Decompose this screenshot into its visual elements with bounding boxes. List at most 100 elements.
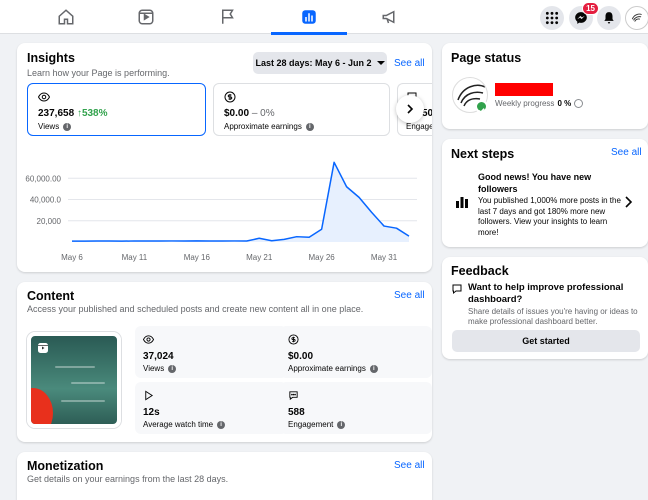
- views-area: [72, 162, 409, 242]
- y-tick-label: 40,000.0: [30, 196, 62, 205]
- content-watch-time-value: 12s: [143, 407, 160, 418]
- info-icon[interactable]: i: [217, 420, 226, 429]
- avatar-logo-icon: [631, 13, 642, 22]
- reels-tab[interactable]: [108, 0, 184, 34]
- ads-tab[interactable]: [352, 0, 428, 34]
- weekly-progress: Weekly progress 0 %: [495, 99, 584, 108]
- x-tick-label: May 11: [122, 253, 148, 262]
- insights-subtitle: Learn how your Page is performing.: [27, 68, 170, 78]
- x-tick-label: May 21: [246, 253, 273, 262]
- views-metric-tile[interactable]: 237,658 ↑538% Views i: [27, 83, 206, 136]
- caret-down-icon: [376, 61, 385, 65]
- content-card: Content Access your published and schedu…: [17, 282, 432, 442]
- home-icon: [58, 9, 74, 25]
- content-engagement-label: Engagement: [288, 420, 334, 429]
- next-steps-title: Next steps: [451, 147, 515, 161]
- content-views-value: 37,024: [143, 351, 174, 362]
- kayak-shape: [31, 388, 53, 424]
- reel-icon: [38, 343, 48, 353]
- next-steps-body: You published 1,000% more posts in the l…: [478, 196, 621, 237]
- content-engagement-stat: 588 Engagement i: [280, 382, 432, 434]
- info-icon[interactable]: i: [337, 420, 346, 429]
- date-range-dropdown[interactable]: Last 28 days: May 6 - Jun 2: [253, 52, 387, 74]
- feedback-body: Share details of issues you're having or…: [468, 307, 638, 326]
- dollar-icon: [224, 91, 236, 103]
- megaphone-icon: [382, 10, 395, 24]
- chevron-right-icon[interactable]: [624, 196, 633, 208]
- x-tick-label: May 6: [61, 253, 83, 262]
- content-earnings-stat: $0.00 Approximate earnings i: [280, 326, 432, 378]
- views-change: 538%: [81, 108, 108, 119]
- flag-icon: [222, 9, 234, 24]
- info-icon[interactable]: i: [305, 122, 314, 131]
- date-range-label: Last 28 days: May 6 - Jun 2: [255, 58, 372, 68]
- info-icon[interactable]: i: [369, 364, 378, 373]
- eye-icon: [143, 335, 154, 344]
- chevron-right-icon: [407, 104, 414, 114]
- content-views-stat: 37,024 Views i: [135, 326, 287, 378]
- chat-icon: [289, 391, 298, 401]
- feedback-chat-icon: [452, 284, 462, 295]
- verified-check-icon: [475, 100, 488, 114]
- page-status-card: Page status Weekly progress 0 %: [442, 43, 648, 129]
- notifications-button[interactable]: [597, 6, 621, 30]
- earnings-metric-tile[interactable]: $0.00 – 0% Approximate earnings i: [213, 83, 390, 136]
- content-subtitle: Access your published and scheduled post…: [27, 304, 364, 314]
- views-value: 237,658: [38, 108, 75, 119]
- content-see-all-link[interactable]: See all: [394, 290, 425, 301]
- content-watch-time-label: Average watch time: [143, 420, 214, 429]
- page-status-title: Page status: [451, 51, 522, 65]
- insights-see-all-link[interactable]: See all: [394, 58, 425, 69]
- x-tick-label: May 26: [309, 253, 336, 262]
- monetization-title: Monetization: [27, 459, 104, 473]
- x-tick-label: May 31: [371, 253, 398, 262]
- bar-chart-icon: [302, 10, 316, 24]
- monetization-see-all-link[interactable]: See all: [394, 460, 425, 471]
- next-steps-card: Next steps See all Good news! You have n…: [442, 139, 648, 247]
- monetization-card: Monetization Get details on your earning…: [17, 452, 432, 500]
- top-navigation-bar: 15: [0, 0, 648, 35]
- home-tab[interactable]: [28, 0, 104, 34]
- content-views-label: Views: [143, 364, 165, 373]
- content-title: Content: [27, 289, 75, 303]
- pages-tab[interactable]: [190, 0, 266, 34]
- weekly-progress-value: 0 %: [557, 99, 572, 108]
- reel-video-thumbnail[interactable]: [27, 332, 121, 428]
- weekly-progress-label: Weekly progress: [495, 99, 555, 108]
- feedback-card: Feedback Want to help improve profession…: [442, 257, 648, 359]
- feedback-title: Feedback: [451, 264, 509, 278]
- grid-menu-icon: [545, 11, 559, 25]
- profile-avatar-button[interactable]: [625, 6, 648, 30]
- content-earnings-label: Approximate earnings: [288, 364, 366, 373]
- insights-tab[interactable]: [271, 0, 347, 35]
- y-tick-label: 60,000.00: [25, 174, 61, 183]
- insights-bars-icon: [456, 197, 468, 208]
- bell-icon: [604, 12, 614, 24]
- content-earnings-value: $0.00: [288, 351, 314, 362]
- dollar-icon: [288, 334, 299, 345]
- metrics-next-button[interactable]: [396, 95, 424, 123]
- content-watch-time-stat: 12s Average watch time i: [135, 382, 287, 434]
- next-steps-see-all-link[interactable]: See all: [611, 147, 642, 158]
- play-icon: [145, 390, 154, 401]
- info-icon[interactable]: i: [168, 364, 177, 373]
- engagement-label: Engage: [406, 122, 432, 131]
- views-label: Views: [38, 122, 60, 131]
- earnings-value: $0.00: [224, 108, 250, 119]
- earnings-label: Approximate earnings: [224, 122, 302, 131]
- y-tick-label: 20,000: [37, 217, 62, 226]
- progress-ring-icon: [574, 99, 584, 108]
- info-icon[interactable]: i: [63, 122, 72, 131]
- views-area-chart: 20,000 40,000.0 60,000.00 May 6 May 11 May 16…: [25, 161, 417, 262]
- next-steps-headline[interactable]: Good news! You have new followers: [478, 171, 622, 195]
- menu-button[interactable]: [540, 6, 564, 30]
- notification-count-badge: 15: [582, 2, 599, 15]
- redacted-page-name: [495, 83, 553, 96]
- monetization-subtitle: Get details on your earnings from the la…: [27, 474, 229, 484]
- insights-card: Insights Learn how your Page is performi…: [17, 43, 432, 272]
- get-started-button[interactable]: Get started: [452, 330, 640, 352]
- messenger-button[interactable]: 15: [569, 2, 599, 30]
- insights-title: Insights: [27, 51, 75, 65]
- eye-icon: [38, 92, 50, 102]
- feedback-headline: Want to help improve professional dashbo…: [468, 282, 624, 305]
